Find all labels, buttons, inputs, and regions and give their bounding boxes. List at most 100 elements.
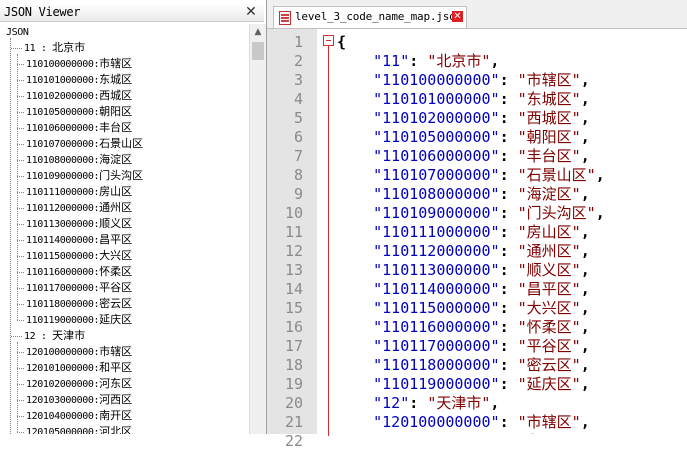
json-key: 110111000000 (382, 223, 491, 241)
tree-node-code: 110119000000 (26, 315, 94, 326)
tree-node-district[interactable]: 110111000000:房山区 (26, 184, 132, 200)
fold-margin (317, 29, 335, 436)
tree-node-code: 120105000000 (26, 427, 94, 434)
json-value: 天津市 (436, 394, 482, 412)
tree-node-district[interactable]: 110115000000:大兴区 (26, 248, 132, 264)
tree-node-province[interactable]: 11 : 北京市 (24, 40, 85, 56)
tree-node-district[interactable]: 110101000000:东城区 (26, 72, 132, 88)
tree-node-code: 110106000000 (26, 123, 94, 134)
tree-connector (17, 304, 24, 305)
close-icon[interactable]: ✕ (243, 4, 259, 20)
tree-node-code: 120104000000 (26, 411, 94, 422)
json-key: 11 (382, 52, 401, 70)
json-key: 110116000000 (382, 318, 491, 336)
tree-node-district[interactable]: 110105000000:朝阳区 (26, 104, 132, 120)
tree-node-name: 怀柔区 (99, 265, 133, 278)
json-key: 110107000000 (382, 166, 491, 184)
tree-node-district[interactable]: 110107000000:石景山区 (26, 136, 143, 152)
tree-node-name: 和平区 (99, 361, 133, 374)
json-value: 西城区 (526, 109, 572, 127)
json-key: 110101000000 (382, 90, 491, 108)
tree-node-name: 昌平区 (99, 233, 133, 246)
tree-node-name: 河西区 (99, 393, 133, 406)
code-line: { (337, 33, 346, 52)
tree-connector (17, 54, 18, 320)
tree-node-code: 110112000000 (26, 203, 94, 214)
json-value: 房山区 (526, 223, 572, 241)
tab-bar: level_3_code_name_map.json ✕ (267, 0, 687, 29)
json-key: 110118000000 (382, 356, 491, 374)
tree-connector (17, 432, 24, 433)
tree-node-district[interactable]: 110100000000:市辖区 (26, 56, 132, 72)
tree-node-district[interactable]: 110112000000:通州区 (26, 200, 132, 216)
json-value: 北京市 (436, 52, 482, 70)
tab-level-3-code-name-map[interactable]: level_3_code_name_map.json ✕ (273, 6, 467, 28)
line-number: 20 (284, 394, 303, 412)
tree-node-district[interactable]: 120105000000:河北区 (26, 424, 132, 434)
line-number: 18 (284, 356, 303, 374)
tree-connector (17, 208, 24, 209)
json-value: 昌平区 (526, 280, 572, 298)
json-key: 110109000000 (382, 204, 491, 222)
tree-node-separator: : (35, 331, 53, 342)
tree-node-district[interactable]: 120104000000:南开区 (26, 408, 132, 424)
tree-node-district[interactable]: 110116000000:怀柔区 (26, 264, 132, 280)
tree-connector (17, 192, 24, 193)
tree-connector (17, 112, 24, 113)
code-view[interactable]: { "11": "北京市", "110100000000": "市辖区", "1… (337, 29, 687, 434)
code-line: "110118000000": "密云区", (373, 356, 590, 374)
tree-node-district[interactable]: 110118000000:密云区 (26, 296, 132, 312)
json-key: 12 (382, 394, 401, 412)
tree-node-district[interactable]: 110119000000:延庆区 (26, 312, 132, 328)
json-key: 110113000000 (382, 261, 491, 279)
fold-minus-icon[interactable] (323, 35, 334, 46)
tree-node-district[interactable]: 110117000000:平谷区 (26, 280, 132, 296)
line-number: 17 (284, 337, 303, 355)
close-icon[interactable]: ✕ (452, 11, 463, 22)
line-number: 10 (284, 204, 303, 222)
tree-node-district[interactable]: 110114000000:昌平区 (26, 232, 132, 248)
line-number: 15 (284, 299, 303, 317)
tree-node-district[interactable]: 120102000000:河东区 (26, 376, 132, 392)
tree-node-code: 110108000000 (26, 155, 94, 166)
tree-node-district[interactable]: 110109000000:门头沟区 (26, 168, 143, 184)
tree-node-name: 丰台区 (99, 121, 133, 134)
tree-connector (17, 320, 24, 321)
tree-connector (17, 128, 24, 129)
line-number: 7 (293, 147, 303, 165)
tree-node-district[interactable]: 110113000000:顺义区 (26, 216, 132, 232)
file-icon (279, 11, 291, 25)
code-line: "110102000000": "西城区", (373, 109, 590, 127)
tree-node-district[interactable]: 120101000000:和平区 (26, 360, 132, 376)
tree-connector (17, 400, 24, 401)
tree-node-district[interactable]: 110106000000:丰台区 (26, 120, 132, 136)
code-line: "110108000000": "海淀区", (373, 185, 590, 203)
tree-connector (17, 256, 24, 257)
json-key: 110108000000 (382, 185, 491, 203)
json-tree[interactable]: JSON 11 : 北京市 110100000000:市辖区 110101000000… (0, 24, 248, 434)
tree-node-province[interactable]: 12 : 天津市 (24, 328, 85, 344)
tree-node-district[interactable]: 120100000000:市辖区 (26, 344, 132, 360)
tree-connector (10, 38, 11, 434)
tree-node-district[interactable]: 120103000000:河西区 (26, 392, 132, 408)
tree-node-name: 河东区 (99, 377, 133, 390)
tree-node-code: 110107000000 (26, 139, 94, 150)
tree-connector (17, 352, 24, 353)
tree-node-district[interactable]: 110102000000:西城区 (26, 88, 132, 104)
json-key: 110117000000 (382, 337, 491, 355)
tree-connector (17, 288, 24, 289)
json-key: 110114000000 (382, 280, 491, 298)
tab-label: level_3_code_name_map.json (295, 10, 462, 23)
json-viewer-titlebar: JSON Viewer ✕ (0, 4, 264, 22)
tree-node-name: 大兴区 (99, 249, 133, 262)
tree-connector (17, 176, 24, 177)
tree-node-name: 房山区 (99, 185, 133, 198)
tree-node-name: 市辖区 (99, 57, 133, 70)
tree-node-name: 密云区 (99, 297, 133, 310)
tree-node-code: 110118000000 (26, 299, 94, 310)
tree-node-code: 110115000000 (26, 251, 94, 262)
json-value: 顺义区 (526, 261, 572, 279)
tree-node-district[interactable]: 110108000000:海淀区 (26, 152, 132, 168)
line-number: 14 (284, 280, 303, 298)
line-number: 1 (293, 33, 303, 51)
